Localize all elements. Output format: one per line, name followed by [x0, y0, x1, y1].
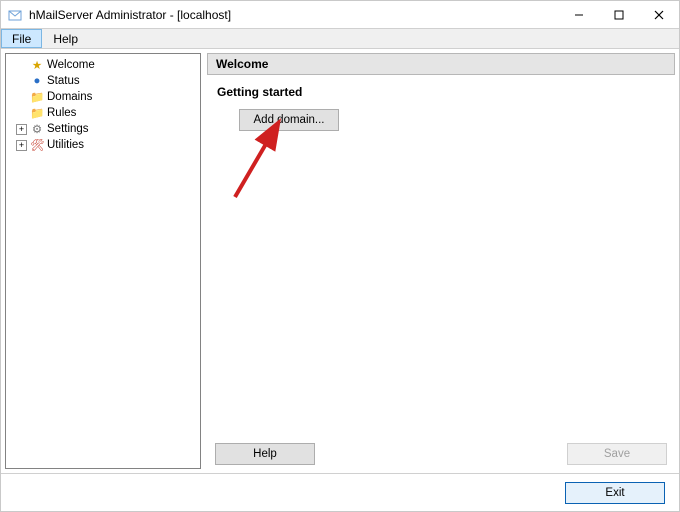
tree-item-welcome[interactable]: ★ Welcome: [8, 57, 198, 73]
close-button[interactable]: [639, 1, 679, 29]
globe-icon: ●: [30, 75, 44, 87]
tree-item-settings[interactable]: + ⚙ Settings: [8, 121, 198, 137]
add-domain-button[interactable]: Add domain...: [239, 109, 339, 131]
help-button[interactable]: Help: [215, 443, 315, 465]
save-button: Save: [567, 443, 667, 465]
minimize-button[interactable]: [559, 1, 599, 29]
star-icon: ★: [30, 58, 44, 72]
tools-icon: 🛠: [30, 138, 44, 152]
tree-label: Rules: [47, 107, 76, 119]
tree-label: Welcome: [47, 59, 95, 71]
section-heading: Getting started: [207, 83, 675, 101]
tree-label: Settings: [47, 123, 89, 135]
folder-icon: 📁: [30, 106, 44, 120]
window-title: hMailServer Administrator - [localhost]: [29, 8, 559, 22]
menu-help[interactable]: Help: [42, 29, 89, 48]
tree-label: Status: [47, 75, 80, 87]
expand-icon[interactable]: +: [16, 140, 27, 151]
tree-label: Utilities: [47, 139, 84, 151]
expand-icon[interactable]: +: [16, 124, 27, 135]
menu-file[interactable]: File: [1, 29, 42, 48]
exit-button[interactable]: Exit: [565, 482, 665, 504]
nav-tree: ★ Welcome ● Status 📁 Domains 📁 Rules + ⚙: [5, 53, 201, 469]
folder-icon: 📁: [30, 90, 44, 104]
panel-title: Welcome: [207, 53, 675, 75]
tree-item-status[interactable]: ● Status: [8, 73, 198, 89]
maximize-button[interactable]: [599, 1, 639, 29]
tree-item-rules[interactable]: 📁 Rules: [8, 105, 198, 121]
tree-item-domains[interactable]: 📁 Domains: [8, 89, 198, 105]
menubar: File Help: [1, 29, 679, 49]
tree-label: Domains: [47, 91, 92, 103]
tree-item-utilities[interactable]: + 🛠 Utilities: [8, 137, 198, 153]
gear-icon: ⚙: [30, 122, 44, 136]
app-icon: [7, 7, 23, 23]
